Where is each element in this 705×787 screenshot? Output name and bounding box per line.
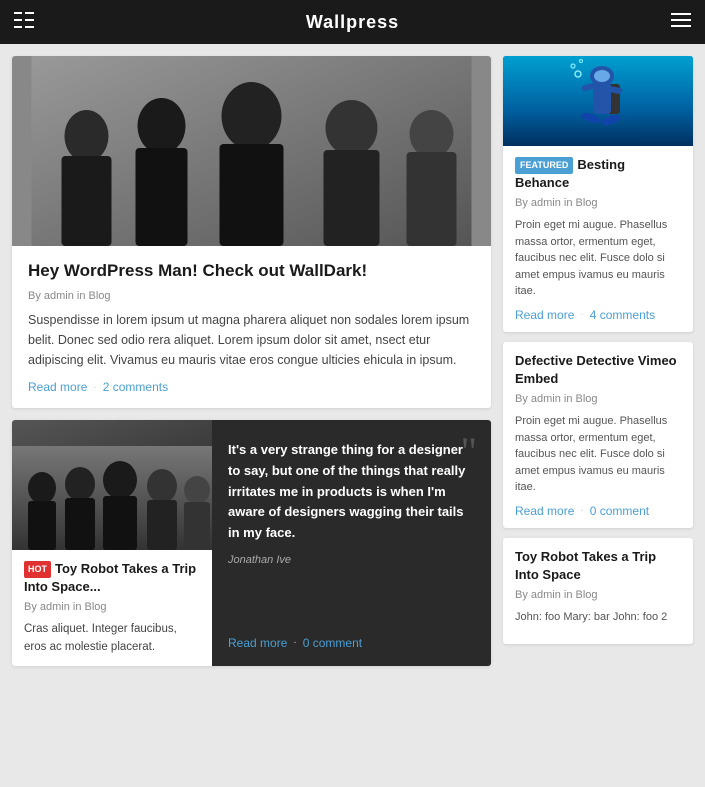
header: Wallpress [0, 0, 705, 44]
right-card-2: Defective Detective Vimeo Embed By admin… [503, 342, 693, 528]
band-image [12, 56, 491, 246]
quote-text: It's a very strange thing for a designer… [228, 440, 475, 544]
right-card-2-comments[interactable]: 0 comment [590, 504, 649, 518]
featured-badge: FEATURED [515, 157, 573, 174]
quote-links: Read more · 0 comment [228, 636, 475, 650]
right-card-2-read-more[interactable]: Read more [515, 504, 574, 518]
right-card-1-excerpt: Proin eget mi augue. Phasellus massa ort… [515, 217, 681, 300]
video-card-body: HOTToy Robot Takes a Trip Into Space... … [12, 550, 212, 666]
right-card-featured: FEATUREDBesting Behance By admin in Blog… [503, 56, 693, 332]
right-card-2-links: Read more · 0 comment [515, 504, 681, 518]
video-card-excerpt: Cras aliquet. Integer faucibus, eros ac … [24, 621, 200, 656]
main-read-more-link[interactable]: Read more [28, 380, 87, 394]
right-card-1-links: Read more · 4 comments [515, 308, 681, 322]
video-card: 🔊 HOTToy Robot Takes a Trip Into Space..… [12, 420, 212, 666]
right-card-1-read-more[interactable]: Read more [515, 308, 574, 322]
right-card-1-body: FEATUREDBesting Behance By admin in Blog… [503, 146, 693, 332]
sidebar-toggle-button[interactable] [14, 12, 34, 33]
right-card-2-meta: By admin in Blog [515, 393, 681, 405]
quote-read-more-link[interactable]: Read more [228, 636, 287, 650]
right-card-3: Toy Robot Takes a Trip Into Space By adm… [503, 538, 693, 644]
left-column: Hey WordPress Man! Check out WallDark! B… [12, 56, 491, 666]
right-card-3-meta: By admin in Blog [515, 589, 681, 601]
quote-author: Jonathan Ive [228, 554, 475, 566]
video-card-title: HOTToy Robot Takes a Trip Into Space... [24, 560, 200, 596]
main-card-body: Hey WordPress Man! Check out WallDark! B… [12, 246, 491, 408]
right-card-3-body: Toy Robot Takes a Trip Into Space By adm… [503, 538, 693, 644]
main-card-meta: By admin in Blog [28, 290, 475, 302]
video-image [12, 420, 212, 550]
right-card-3-excerpt: John: foo Mary: bar John: foo 2 [515, 609, 681, 626]
main-card-title: Hey WordPress Man! Check out WallDark! [28, 260, 475, 282]
main-featured-card: Hey WordPress Man! Check out WallDark! B… [12, 56, 491, 408]
right-card-1-comments[interactable]: 4 comments [590, 308, 655, 322]
right-card-3-title: Toy Robot Takes a Trip Into Space [515, 548, 681, 584]
hot-badge: HOT [24, 561, 51, 578]
dot-separator: · [93, 382, 96, 393]
quote-dot-separator: · [293, 637, 296, 648]
bottom-left-row: 🔊 HOTToy Robot Takes a Trip Into Space..… [12, 420, 491, 666]
quote-mark-icon: " [461, 432, 477, 472]
right-card-image [503, 56, 693, 146]
right-card-1-meta: By admin in Blog [515, 197, 681, 209]
main-card-excerpt: Suspendisse in lorem ipsum ut magna phar… [28, 310, 475, 370]
right-column: FEATUREDBesting Behance By admin in Blog… [503, 56, 693, 666]
quote-card: " It's a very strange thing for a design… [212, 420, 491, 666]
right-card-2-title: Defective Detective Vimeo Embed [515, 352, 681, 388]
quote-comments-link[interactable]: 0 comment [303, 636, 362, 650]
main-content: Hey WordPress Man! Check out WallDark! B… [0, 44, 705, 678]
video-thumbnail: 🔊 [12, 420, 212, 550]
main-comments-link[interactable]: 2 comments [103, 380, 168, 394]
right-card-2-body: Defective Detective Vimeo Embed By admin… [503, 342, 693, 528]
menu-button[interactable] [671, 13, 691, 32]
main-card-links: Read more · 2 comments [28, 380, 475, 394]
video-card-meta: By admin in Blog [24, 601, 200, 613]
quote-content: It's a very strange thing for a designer… [228, 440, 475, 578]
site-title: Wallpress [306, 12, 399, 33]
right-card-2-excerpt: Proin eget mi augue. Phasellus massa ort… [515, 413, 681, 496]
right-card-1-title: FEATUREDBesting Behance [515, 156, 681, 192]
